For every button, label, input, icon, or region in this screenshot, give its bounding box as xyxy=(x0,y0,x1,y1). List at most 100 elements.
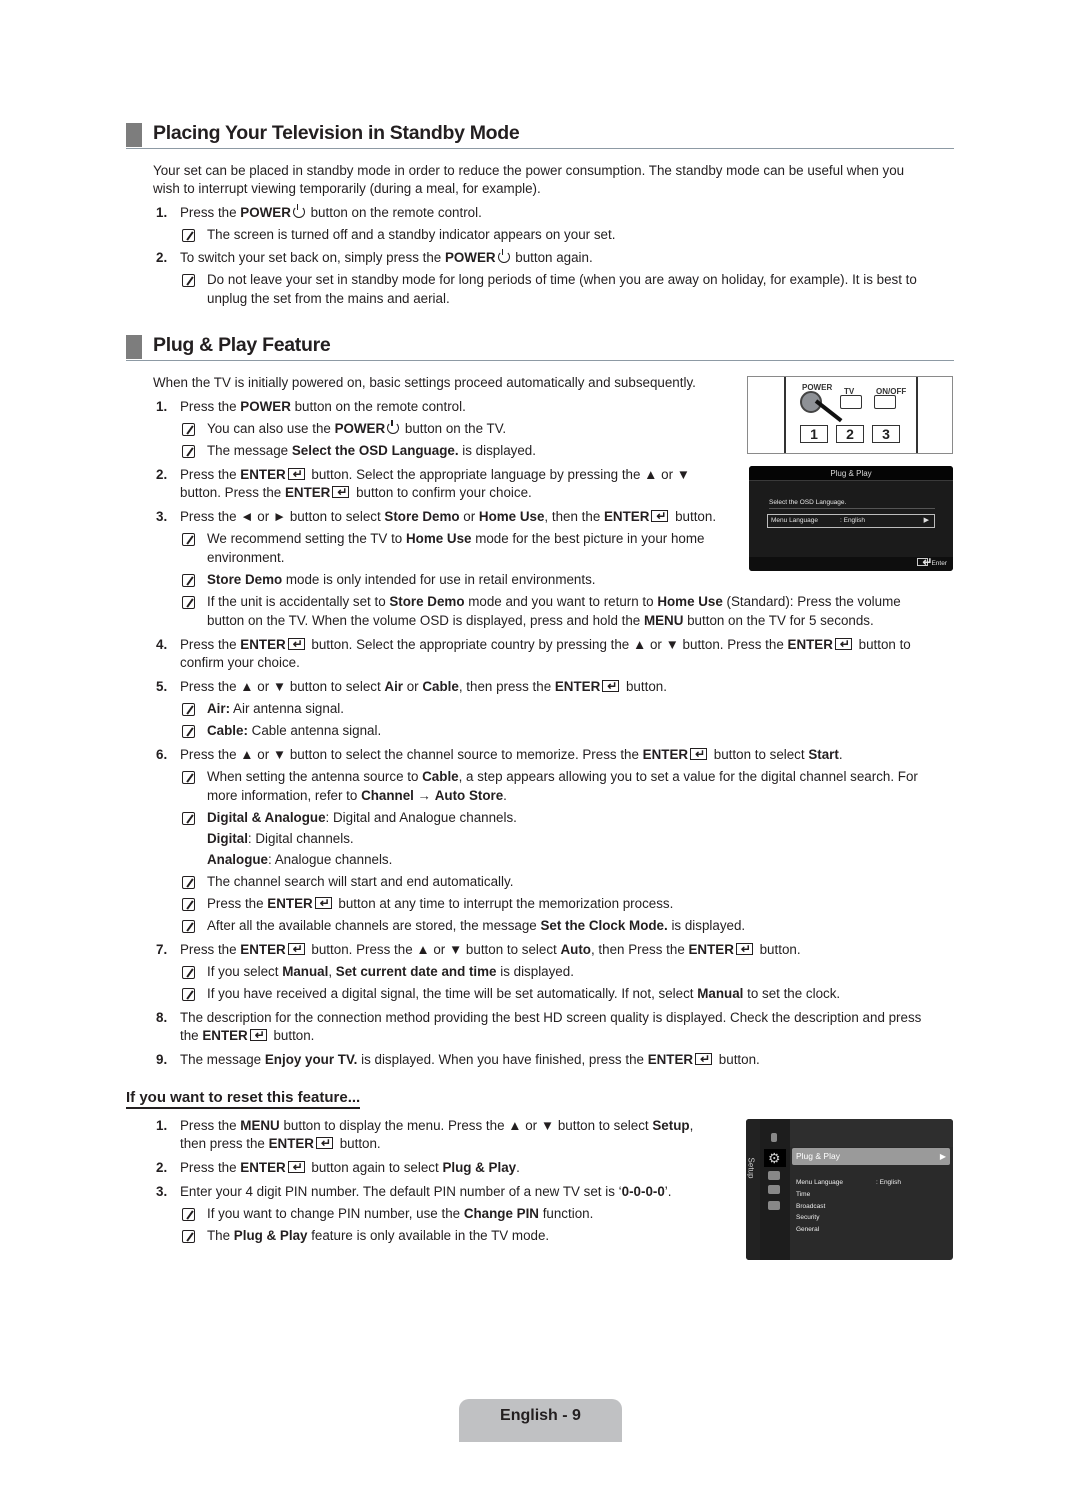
bold-text: Cable xyxy=(422,769,459,784)
text: . xyxy=(838,747,843,762)
note-continued: more information, refer to Channel → Aut… xyxy=(207,787,507,805)
bold-text: ENTER xyxy=(240,467,286,482)
page-number-tab: English - 9 xyxy=(459,1399,622,1442)
standby-intro-2: wish to interrupt viewing temporarily (d… xyxy=(153,181,541,196)
section-bar xyxy=(126,123,142,147)
enter-icon xyxy=(287,1158,305,1176)
step-number: 9. xyxy=(156,1052,168,1067)
text: Press the xyxy=(180,942,241,957)
field-label: Menu Language xyxy=(771,517,818,524)
bold-text: ENTER xyxy=(554,679,601,694)
bold-text: Set the Clock Mode. xyxy=(540,918,668,933)
step-number: 1. xyxy=(156,205,168,220)
setup-label: Setup xyxy=(746,1157,756,1179)
bold-text: ENTER xyxy=(268,1136,314,1151)
section-title: Plug & Play Feature xyxy=(153,334,331,356)
text: button. xyxy=(671,509,717,524)
bold-text: Air xyxy=(384,679,404,694)
application-icon xyxy=(768,1185,780,1194)
step-number: 3. xyxy=(156,1184,168,1199)
plug-and-play-item: Plug & Play ▶ xyxy=(792,1148,950,1165)
text: Press the xyxy=(180,1118,241,1133)
note-text: The screen is turned off and a standby i… xyxy=(207,227,616,242)
text: is displayed. xyxy=(458,443,536,458)
text: mode and you want to return to xyxy=(464,594,658,609)
bold-text: Auto xyxy=(560,942,591,957)
support-icon xyxy=(768,1201,780,1210)
text: more information, refer to xyxy=(207,788,362,803)
text: . xyxy=(503,788,507,803)
bold-text: POWER xyxy=(444,250,496,265)
note-icon xyxy=(182,771,195,784)
enter-icon xyxy=(735,940,753,958)
bold-text: MENU xyxy=(643,613,684,628)
text: If you want to change PIN number, use th… xyxy=(207,1206,464,1221)
bold-text: Store Demo xyxy=(389,594,465,609)
text: button. Press the xyxy=(180,485,285,500)
bold-text: ENTER xyxy=(642,747,689,762)
text: or xyxy=(459,509,479,524)
text: Press the xyxy=(180,1160,241,1175)
step-number: 1. xyxy=(156,1118,168,1133)
bold-text: Manual xyxy=(697,986,744,1001)
picture-icon xyxy=(771,1133,777,1142)
text: button on the TV. When the volume OSD is… xyxy=(207,613,644,628)
text: button to select xyxy=(710,747,809,762)
text: . xyxy=(516,1160,520,1175)
note-icon xyxy=(182,229,195,242)
subsection-heading: If you want to reset this feature... xyxy=(126,1088,361,1109)
text: is displayed. xyxy=(496,964,574,979)
step-continued: then press the ENTER button. xyxy=(180,1134,381,1153)
remote-control-image: POWER TV ON/OFF 1 2 3 xyxy=(747,376,953,454)
bold-text: Analogue xyxy=(207,852,269,867)
text: Press the xyxy=(180,205,241,220)
text: Press the xyxy=(207,896,268,911)
manual-page: Placing Your Television in Standby Mode … xyxy=(0,0,1080,1488)
osd-message: Select the OSD Language. xyxy=(769,499,847,506)
note-text: unplug the set from the mains and aerial… xyxy=(207,291,450,306)
key-2: 2 xyxy=(836,425,864,443)
arrow-right-icon: ▶ xyxy=(923,517,929,524)
text: Cable antenna signal. xyxy=(247,723,382,738)
enter-icon xyxy=(315,1134,333,1152)
text: Press the xyxy=(180,467,241,482)
selected-item-label: Plug & Play xyxy=(796,1151,840,1161)
text: ’. xyxy=(664,1184,672,1199)
text: , then the xyxy=(544,509,604,524)
text: To switch your set back on, simply press… xyxy=(180,250,445,265)
text: then press the xyxy=(180,1136,269,1151)
note-text: environment. xyxy=(207,550,285,565)
text: button on the remote control. xyxy=(306,205,482,220)
text: button. Press the ▲ or ▼ button to selec… xyxy=(307,942,561,957)
enter-icon xyxy=(602,677,620,695)
step-number: 7. xyxy=(156,942,168,957)
note-icon xyxy=(182,1208,195,1221)
power-icon xyxy=(387,420,400,434)
text: Press the ◄ or ► button to select xyxy=(180,509,385,524)
osd-language-screen: Plug & Play Select the OSD Language. Men… xyxy=(749,466,953,571)
text: button at any time to interrupt the memo… xyxy=(334,896,674,911)
text: : Analogue channels. xyxy=(268,852,393,867)
enter-icon xyxy=(314,894,332,912)
step-continued: the ENTER button. xyxy=(180,1026,314,1045)
text: You can also use the xyxy=(207,421,335,436)
bold-text: ENTER xyxy=(603,509,650,524)
enter-icon xyxy=(651,507,669,525)
osd-title: Plug & Play xyxy=(749,466,953,481)
bold-text: ENTER xyxy=(284,485,331,500)
text: If you have received a digital signal, t… xyxy=(207,986,698,1001)
text: function. xyxy=(538,1206,594,1221)
setup-menu-screen: Setup Plug & Play ▶ Menu Language: Engli… xyxy=(746,1119,953,1260)
note-icon xyxy=(182,445,195,458)
step-number: 5. xyxy=(156,679,168,694)
note-icon xyxy=(182,703,195,716)
input-icon xyxy=(768,1171,780,1180)
text: is displayed. When you have finished, pr… xyxy=(357,1052,648,1067)
bold-text: Store Demo xyxy=(384,509,460,524)
text: the xyxy=(180,1028,203,1043)
text: When setting the antenna source to xyxy=(207,769,423,784)
osd-footer: Enter xyxy=(749,555,953,571)
note-icon xyxy=(182,812,195,825)
text: Press the ▲ or ▼ button to select xyxy=(180,679,385,694)
note-icon xyxy=(182,876,195,889)
